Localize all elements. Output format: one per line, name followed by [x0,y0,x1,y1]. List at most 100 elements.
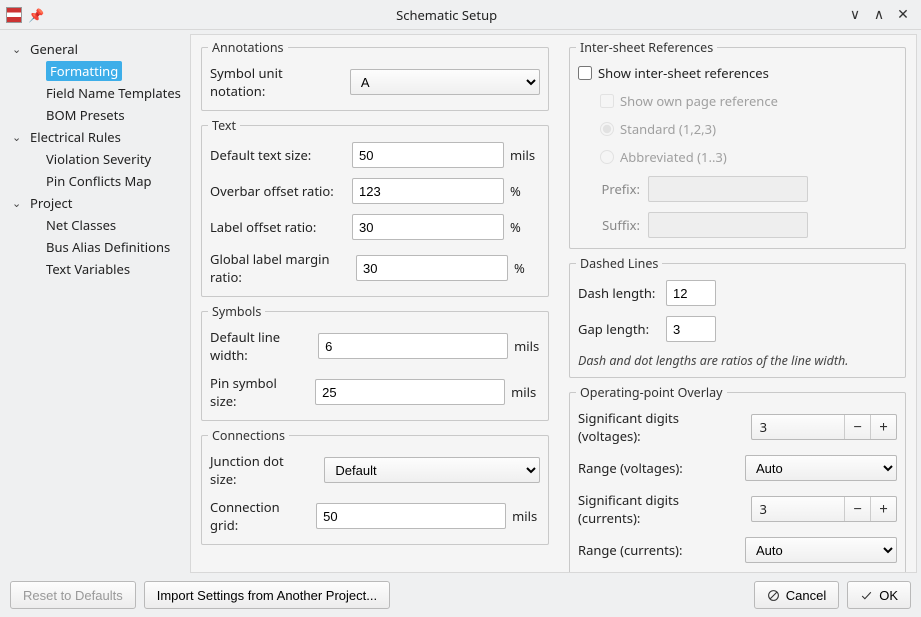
tree-item-violation-severity[interactable]: Violation Severity [0,148,190,170]
group-legend: Annotations [208,39,288,56]
standard-format-radio: Standard (1,2,3) [600,120,897,138]
tree-item-text-variables[interactable]: Text Variables [0,258,190,280]
minimize-icon[interactable]: ∨ [843,3,867,27]
range-current-select[interactable]: Auto [745,537,897,563]
button-label: Cancel [786,588,826,603]
pin-symbol-size-input[interactable] [315,379,505,405]
default-text-size-input[interactable] [352,142,504,168]
dashed-note: Dash and dot lengths are ratios of the l… [578,352,897,369]
range-current-label: Range (currents): [578,541,682,559]
symbol-unit-select[interactable]: A [350,69,540,95]
tree-item-label: Violation Severity [46,150,151,168]
default-line-width-input[interactable] [318,333,508,359]
gap-length-label: Gap length: [578,320,658,338]
overbar-offset-input[interactable] [352,178,504,204]
suffix-label: Suffix: [578,216,640,234]
settings-panel: Annotations Symbol unit notation: A Text… [190,34,917,573]
unit-label: % [510,182,540,200]
tree-item-project[interactable]: ⌄ Project [0,192,190,214]
connection-grid-input[interactable] [316,503,506,529]
chevron-down-icon: ⌄ [12,196,26,211]
label-offset-label: Label offset ratio: [210,218,316,236]
tree-item-pin-conflicts[interactable]: Pin Conflicts Map [0,170,190,192]
radio-label: Standard (1,2,3) [620,120,716,138]
tree-item-label: Text Variables [46,260,130,278]
show-intersheet-checkbox[interactable]: Show inter-sheet references [578,64,897,82]
close-icon[interactable]: ✕ [891,3,915,27]
sig-digits-current-spin[interactable]: 3 − + [751,496,897,522]
group-text: Text Default text size: mils Overbar off… [201,125,549,297]
suffix-input [648,212,808,238]
button-label: Import Settings from Another Project... [157,588,377,603]
tree-item-bus-alias[interactable]: Bus Alias Definitions [0,236,190,258]
tree-item-label: General [30,40,78,58]
cancel-button[interactable]: Cancel [754,581,839,609]
group-legend: Inter-sheet References [576,39,717,56]
check-icon [860,589,873,602]
junction-dot-select[interactable]: Default [324,457,540,483]
import-settings-button[interactable]: Import Settings from Another Project... [144,581,390,609]
gap-length-input[interactable] [666,316,716,342]
global-margin-label: Global label margin ratio: [210,250,344,286]
tree-item-label: BOM Presets [46,106,125,124]
group-dashed-lines: Dashed Lines Dash length: Gap length: Da… [569,263,906,378]
tree-item-label: Bus Alias Definitions [46,238,170,256]
checkbox-label: Show own page reference [620,92,778,110]
default-text-size-label: Default text size: [210,146,311,164]
checkbox-label: Show inter-sheet references [598,64,769,82]
overbar-offset-label: Overbar offset ratio: [210,182,334,200]
sig-digits-voltage-label: Significant digits (voltages): [578,409,739,445]
tree-item-field-templates[interactable]: Field Name Templates [0,82,190,104]
group-connections: Connections Junction dot size: Default C… [201,435,549,545]
radio-input [600,150,614,164]
dialog-footer: Reset to Defaults Import Settings from A… [0,573,921,617]
minus-icon[interactable]: − [844,415,870,439]
sig-digits-current-label: Significant digits (currents): [578,491,739,527]
tree-item-net-classes[interactable]: Net Classes [0,214,190,236]
reset-defaults-button[interactable]: Reset to Defaults [10,581,136,609]
group-annotations: Annotations Symbol unit notation: A [201,47,549,111]
group-op-overlay: Operating-point Overlay Significant digi… [569,392,906,573]
symbol-unit-label: Symbol unit notation: [210,64,338,100]
tree-item-bom-presets[interactable]: BOM Presets [0,104,190,126]
unit-label: % [510,218,540,236]
spin-value: 3 [752,418,844,436]
radio-input [600,122,614,136]
tree-item-label: Electrical Rules [30,128,121,146]
unit-label: mils [510,146,540,164]
tree-item-label: Project [30,194,72,212]
prefix-label: Prefix: [578,180,640,198]
tree-item-formatting[interactable]: Formatting [0,60,190,82]
tree-item-general[interactable]: ⌄ General [0,38,190,60]
chevron-down-icon: ⌄ [12,42,26,57]
range-voltage-label: Range (voltages): [578,459,683,477]
default-line-width-label: Default line width: [210,328,306,364]
unit-label: mils [514,337,540,355]
pin-symbol-size-label: Pin symbol size: [210,374,303,410]
group-legend: Symbols [208,303,265,320]
chevron-down-icon: ⌄ [12,130,26,145]
junction-dot-label: Junction dot size: [210,452,312,488]
range-voltage-select[interactable]: Auto [745,455,897,481]
pin-icon[interactable]: 📌 [28,6,44,24]
minus-icon[interactable]: − [844,497,870,521]
checkbox-input [600,94,614,108]
abbreviated-format-radio: Abbreviated (1..3) [600,148,897,166]
tree-item-electrical-rules[interactable]: ⌄ Electrical Rules [0,126,190,148]
connection-grid-label: Connection grid: [210,498,304,534]
dash-length-input[interactable] [666,280,716,306]
tree-item-label: Net Classes [46,216,116,234]
ok-button[interactable]: OK [847,581,911,609]
checkbox-input[interactable] [578,66,592,80]
sig-digits-voltage-spin[interactable]: 3 − + [751,414,897,440]
label-offset-input[interactable] [352,214,504,240]
radio-label: Abbreviated (1..3) [620,148,727,166]
tree-item-label: Pin Conflicts Map [46,172,152,190]
group-legend: Dashed Lines [576,255,662,272]
plus-icon[interactable]: + [870,415,896,439]
maximize-icon[interactable]: ∧ [867,3,891,27]
plus-icon[interactable]: + [870,497,896,521]
show-own-page-checkbox: Show own page reference [600,92,897,110]
global-margin-input[interactable] [356,255,508,281]
titlebar: 📌 Schematic Setup ∨ ∧ ✕ [0,0,921,30]
